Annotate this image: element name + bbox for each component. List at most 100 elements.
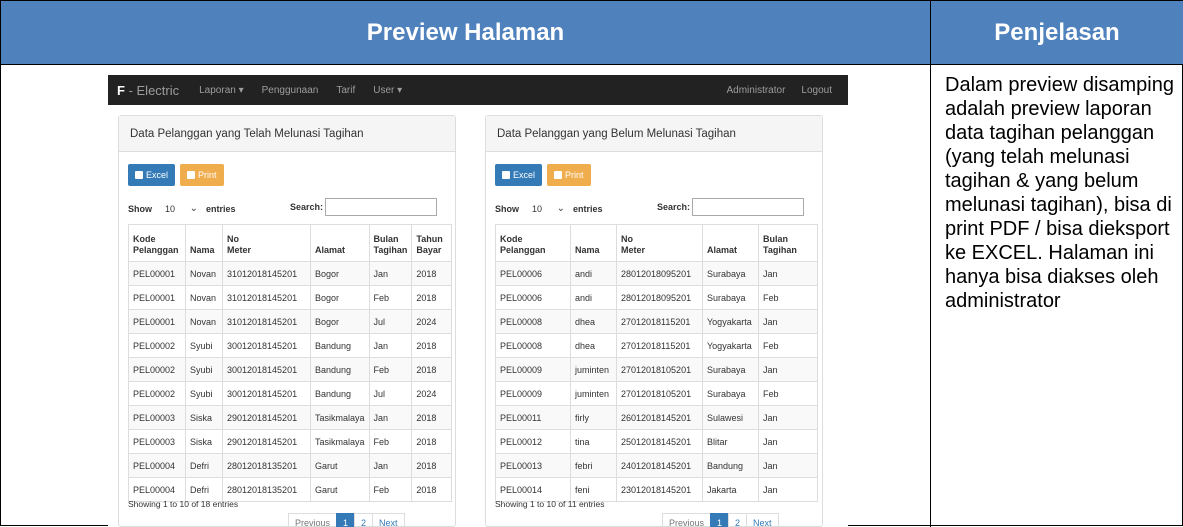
table-cell: PEL00014 [495, 477, 571, 502]
table-cell: Bandung [310, 357, 370, 382]
table-controls: Show 10 ⌄ entries Search: [128, 198, 450, 218]
document-table: Preview Halaman Penjelasan F - Electric … [0, 0, 1183, 527]
excel-icon [135, 171, 143, 179]
header-preview: Preview Halaman [1, 1, 931, 65]
print-label: Print [565, 170, 584, 180]
table-cell: PEL00006 [495, 285, 571, 310]
table-cell: 2018 [411, 357, 453, 382]
nav-tarif[interactable]: Tarif [336, 85, 355, 96]
column-header[interactable]: Tahun Bayar [411, 224, 453, 262]
nav-logout[interactable]: Logout [801, 85, 832, 96]
navbar: F - Electric Laporan ▾ Penggunaan Tarif … [108, 75, 848, 105]
table-cell: 2018 [411, 429, 453, 454]
search-input[interactable] [692, 198, 805, 216]
excel-button[interactable]: Excel [495, 164, 543, 186]
pagination: Previous 1 2 Next [662, 513, 779, 527]
excel-label: Excel [513, 170, 536, 180]
table-cell: 31012018145201 [222, 261, 311, 286]
nav-user[interactable]: User ▾ [373, 85, 402, 96]
column-header[interactable]: Bulan Tagihan [368, 224, 413, 262]
table-info: Showing 1 to 10 of 18 entries [128, 499, 239, 509]
pager-page-2[interactable]: 2 [354, 513, 374, 527]
data-table-lunas: Kode Pelanggan Nama No Meter Alamat Bulan Tagih… [128, 224, 453, 502]
table-info: Showing 1 to 10 of 11 entries [495, 499, 605, 509]
print-button[interactable]: Print [547, 164, 591, 186]
table-cell: Syubi [185, 381, 223, 406]
table-cell: Bogor [310, 261, 370, 286]
table-cell: Jul [368, 309, 413, 334]
nav-penggunaan[interactable]: Penggunaan [262, 85, 319, 96]
table-cell: PEL00002 [128, 381, 186, 406]
pager-page-2[interactable]: 2 [728, 513, 748, 527]
table-cell: 27012018115201 [616, 309, 703, 334]
nav-administrator[interactable]: Administrator [727, 85, 786, 96]
pager-previous[interactable]: Previous [662, 513, 712, 527]
table-cell: Bogor [310, 309, 370, 334]
search-input[interactable] [325, 198, 438, 216]
table-cell: PEL00013 [495, 453, 571, 478]
table-row: PEL00002 Syubi 30012018145201 Bandung Jan 201… [128, 333, 453, 358]
table-cell: Jakarta [702, 477, 759, 502]
entries-select[interactable]: 10 ⌄ [522, 201, 570, 217]
table-cell: Feb [368, 357, 413, 382]
pager-page-1[interactable]: 1 [710, 513, 730, 527]
table-cell: Surabaya [702, 381, 759, 406]
nav-laporan[interactable]: Laporan ▾ [199, 85, 244, 96]
column-header[interactable]: Kode Pelanggan [495, 224, 571, 262]
pager-next[interactable]: Next [372, 513, 405, 527]
column-header[interactable]: No Meter [616, 224, 703, 262]
print-button[interactable]: Print [180, 164, 224, 186]
print-label: Print [198, 170, 217, 180]
table-row: PEL00008 dhea 27012018115201 Yogyakarta Feb [495, 333, 818, 358]
table-cell: Tasikmalaya [310, 429, 370, 454]
table-cell: Jan [758, 309, 818, 334]
table-cell: Jan [368, 261, 413, 286]
table-cell: Syubi [185, 333, 223, 358]
column-header[interactable]: Nama [570, 224, 617, 262]
table-row: PEL00002 Syubi 30012018145201 Bandung Feb 201… [128, 357, 453, 382]
panel-title: Data Pelanggan yang Belum Melunasi Tagih… [486, 116, 822, 152]
table-row: PEL00003 Siska 29012018145201 Tasikmalaya Ja… [128, 405, 453, 430]
table-cell: 28012018095201 [616, 261, 703, 286]
table-cell: Feb [368, 285, 413, 310]
print-icon [554, 171, 563, 179]
table-cell: Feb [758, 381, 818, 406]
table-controls: Show 10 ⌄ entries Search: [495, 198, 817, 218]
column-header[interactable]: Alamat [702, 224, 759, 262]
table-cell: PEL00004 [128, 477, 186, 502]
header-explanation: Penjelasan [994, 19, 1120, 46]
table-cell: 2018 [411, 261, 453, 286]
table-cell: Bogor [310, 285, 370, 310]
pager-next[interactable]: Next [746, 513, 779, 527]
table-row: PEL00001 Novan 31012018145201 Bogor Feb 2018 [128, 285, 453, 310]
table-cell: 23012018145201 [616, 477, 703, 502]
table-cell: PEL00003 [128, 405, 186, 430]
panel-title: Data Pelanggan yang Telah Melunasi Tagih… [119, 116, 455, 152]
table-cell: 2018 [411, 477, 453, 502]
table-row: PEL00008 dhea 27012018115201 Yogyakarta Jan [495, 309, 818, 334]
table-cell: 29012018145201 [222, 405, 311, 430]
table-cell: PEL00003 [128, 429, 186, 454]
pager-previous[interactable]: Previous [288, 513, 338, 527]
table-row: PEL00003 Siska 29012018145201 Tasikmalaya Fe… [128, 429, 453, 454]
excel-button[interactable]: Excel [128, 164, 176, 186]
table-cell: 2018 [411, 453, 453, 478]
table-cell: Jan [758, 261, 818, 286]
table-cell: Yogyakarta [702, 309, 759, 334]
entries-select[interactable]: 10 ⌄ [155, 201, 203, 217]
column-header[interactable]: Kode Pelanggan [128, 224, 186, 262]
table-cell: PEL00001 [128, 261, 186, 286]
export-buttons: Excel Print [128, 164, 229, 186]
column-header[interactable]: Nama [185, 224, 223, 262]
column-header[interactable]: Bulan Tagihan [758, 224, 818, 262]
column-header[interactable]: No Meter [222, 224, 311, 262]
entries-label: entries [206, 204, 236, 214]
table-cell: Bandung [702, 453, 759, 478]
table-cell: andi [570, 261, 617, 286]
table-row: PEL00004 Defri 28012018135201 Garut Jan 2018 [128, 453, 453, 478]
pager-page-1[interactable]: 1 [336, 513, 356, 527]
table-cell: dhea [570, 333, 617, 358]
table-cell: 30012018145201 [222, 333, 311, 358]
brand-logo[interactable]: F - Electric [117, 83, 179, 98]
column-header[interactable]: Alamat [310, 224, 370, 262]
